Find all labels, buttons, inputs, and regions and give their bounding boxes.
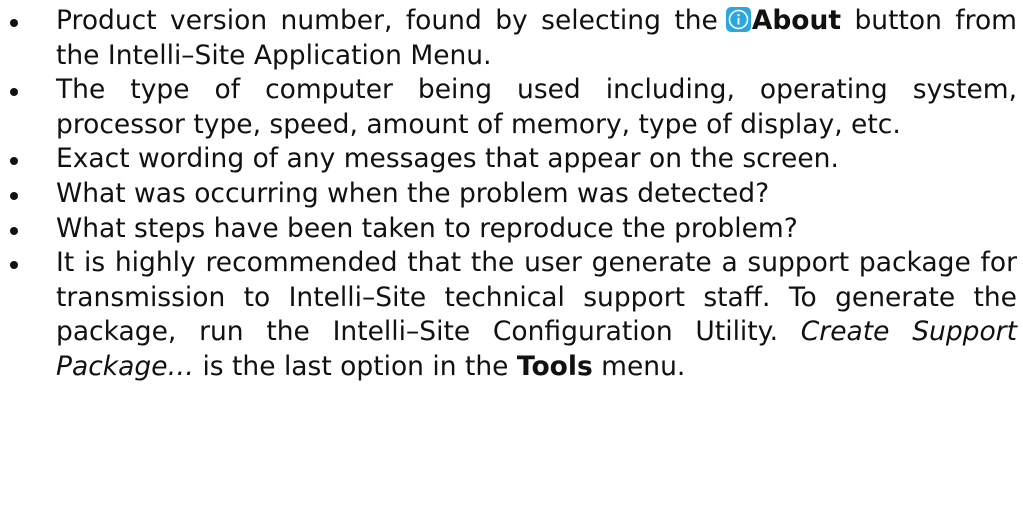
item-text: Product version number, found by selecti… bbox=[56, 5, 718, 36]
item-text: What steps have been taken to reproduce … bbox=[56, 212, 798, 244]
item-text: The type of computer being used includin… bbox=[56, 74, 1017, 140]
list-item-version: Product version number, found by selecti… bbox=[0, 4, 1023, 73]
bullet-dot bbox=[10, 157, 18, 166]
list-item-support-package: It is highly recommended that the user g… bbox=[0, 246, 1023, 384]
about-label: About bbox=[751, 5, 842, 36]
list-item-occurring: What was occurring when the problem was … bbox=[0, 177, 1023, 212]
list-item-computer-type: The type of computer being used includin… bbox=[0, 73, 1023, 142]
bullet-dot bbox=[10, 19, 18, 27]
bullet-list: Product version number, found by selecti… bbox=[0, 0, 1023, 385]
item-text: is the last option in the bbox=[202, 350, 509, 382]
bullet-dot bbox=[10, 191, 18, 200]
document-page: Product version number, found by selecti… bbox=[0, 0, 1023, 385]
item-text: Exact wording of any messages that appea… bbox=[56, 143, 839, 175]
bullet-dot bbox=[10, 226, 18, 235]
list-item-messages: Exact wording of any messages that appea… bbox=[0, 142, 1023, 177]
tools-label: Tools bbox=[516, 350, 593, 382]
item-text: What was occurring when the problem was … bbox=[56, 177, 770, 209]
info-icon bbox=[725, 7, 751, 32]
bullet-dot bbox=[10, 261, 18, 270]
bullet-dot bbox=[10, 88, 18, 97]
item-text: menu. bbox=[601, 350, 686, 382]
list-item-steps: What steps have been taken to reproduce … bbox=[0, 212, 1023, 247]
